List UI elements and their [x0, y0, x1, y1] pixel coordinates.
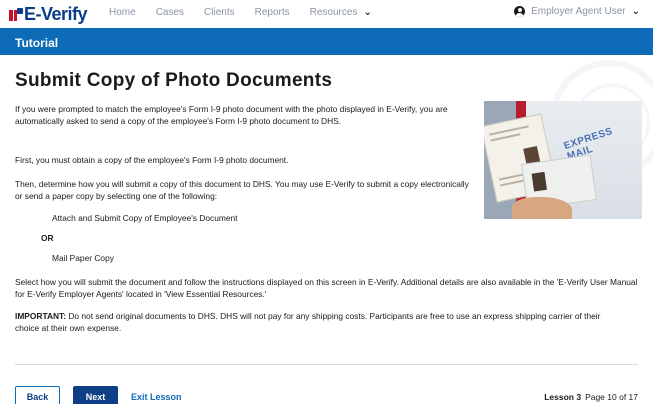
instructions-paragraph: Select how you will submit the document …	[15, 277, 638, 299]
chevron-down-icon: ⌄	[631, 6, 640, 17]
everify-logo[interactable]: E-Verify	[9, 4, 88, 24]
nav-links: Home Cases Clients Reports Resources ⌄	[109, 7, 412, 18]
exit-lesson-link[interactable]: Exit Lesson	[131, 392, 182, 402]
logo-text: E-Verify	[24, 4, 88, 24]
intro-paragraph: If you were prompted to match the employ…	[15, 104, 448, 126]
express-mail-photo: EXPRESS MAIL	[484, 101, 642, 219]
determine-paragraph: Then, determine how you will submit a co…	[15, 179, 469, 201]
lesson-label: Lesson 3	[544, 392, 582, 402]
nav-link-reports[interactable]: Reports	[255, 7, 290, 18]
nav-link-clients[interactable]: Clients	[204, 7, 235, 18]
nav-link-home[interactable]: Home	[109, 7, 136, 18]
user-menu[interactable]: Employer Agent User ⌄	[514, 6, 640, 17]
banner-title: Tutorial	[15, 36, 59, 50]
tutorial-banner: Tutorial	[0, 28, 653, 55]
lesson-progress: Lesson 3 Page 10 of 17	[544, 392, 638, 402]
user-icon	[514, 6, 526, 17]
top-navigation: E-Verify Home Cases Clients Reports Reso…	[0, 0, 653, 28]
important-label: IMPORTANT:	[15, 311, 67, 321]
or-label: OR	[41, 233, 54, 243]
flag-icon	[9, 7, 23, 21]
option-mail-paper: Mail Paper Copy	[52, 253, 114, 263]
next-button[interactable]: Next	[73, 386, 118, 404]
important-paragraph: IMPORTANT: Do not send original document…	[15, 310, 615, 334]
important-text: Do not send original documents to DHS. D…	[15, 311, 601, 333]
hand	[512, 197, 572, 219]
back-button[interactable]: Back	[15, 386, 60, 404]
nav-link-cases[interactable]: Cases	[156, 7, 184, 18]
chevron-down-icon: ⌄	[363, 7, 372, 18]
nav-link-resources-label: Resources	[309, 7, 358, 18]
nav-link-resources[interactable]: Resources ⌄	[310, 7, 392, 18]
obtain-copy-paragraph: First, you must obtain a copy of the emp…	[15, 155, 289, 165]
page-title: Submit Copy of Photo Documents	[15, 70, 333, 91]
footer-divider	[15, 364, 638, 365]
option-attach-submit: Attach and Submit Copy of Employee's Doc…	[52, 213, 238, 223]
user-label: Employer Agent User	[531, 6, 626, 17]
page-label: Page 10 of 17	[585, 392, 638, 402]
